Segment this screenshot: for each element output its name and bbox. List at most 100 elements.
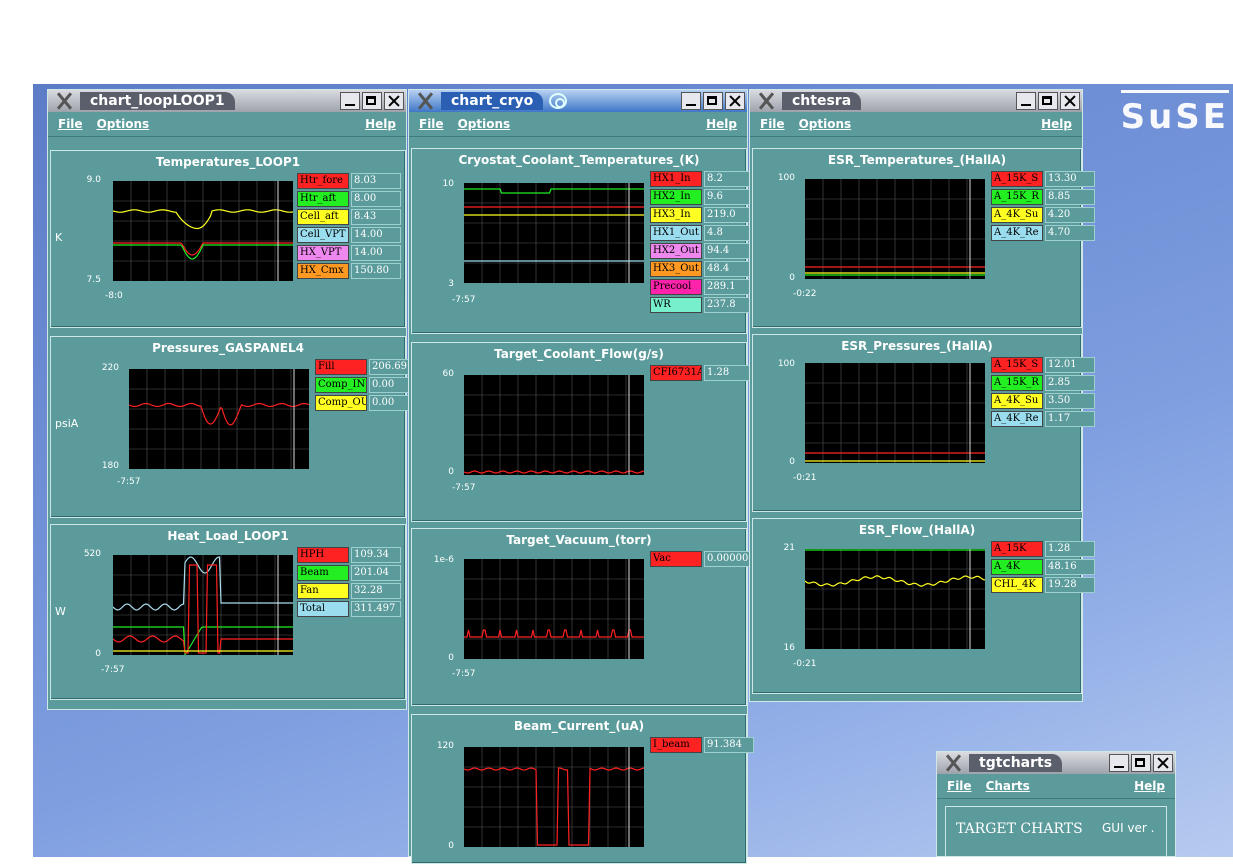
legend-name[interactable]: Cell_VPT (297, 227, 349, 243)
legend-name[interactable]: Vac (650, 551, 702, 567)
legend-name[interactable]: Beam (297, 565, 349, 581)
x-logo-icon[interactable] (756, 91, 776, 111)
legend-name[interactable]: Comp_IN (315, 377, 367, 393)
legend-name[interactable]: HX_VPT (297, 245, 349, 261)
legend-name[interactable]: A_15K (991, 541, 1043, 557)
legend-value: 8.85 (1045, 189, 1095, 205)
legend-row: Total 311.497 (297, 601, 401, 617)
plot-area (464, 183, 644, 283)
menu-file[interactable]: File (58, 117, 83, 131)
legend-name[interactable]: Htr_aft (297, 191, 349, 207)
legend-name[interactable]: CFI6731A (650, 365, 702, 381)
legend: Htr_fore 8.03 Htr_aft 8.00 Cell_aft 8.43 Cell_… (297, 173, 401, 279)
legend-name[interactable]: WR (650, 297, 702, 313)
minimize-icon[interactable] (681, 92, 701, 110)
legend-row: A_4K_Su 4.20 (991, 207, 1095, 223)
x-logo-icon[interactable] (415, 91, 435, 111)
window-chart-cryo[interactable]: chart_cryo File Options Help Cryostat_Co… (408, 89, 754, 864)
window-chtesra[interactable]: chtesra File Options Help ESR_Temperatur… (749, 89, 1095, 702)
plot-svg (113, 555, 293, 655)
titlebar[interactable]: chart_loopLOOP1 (48, 90, 406, 112)
legend-name[interactable]: CHL_4K (991, 577, 1043, 593)
menu-help[interactable]: Help (1134, 779, 1165, 793)
legend-row: A_15K_S 12.01 (991, 357, 1095, 373)
legend: A_15K_S 13.30 A_15K_R 8.85 A_4K_Su 4.20 A_4K_R… (991, 171, 1095, 241)
legend-name[interactable]: HPH (297, 547, 349, 563)
legend-name[interactable]: HX1_Out (650, 225, 702, 241)
legend-value: 8.03 (351, 173, 401, 189)
legend-name[interactable]: Fan (297, 583, 349, 599)
menu-file[interactable]: File (419, 117, 444, 131)
maximize-icon[interactable] (362, 92, 382, 110)
legend-name[interactable]: Htr_fore (297, 173, 349, 189)
suse-logo: SuSE (1120, 90, 1229, 137)
legend-name[interactable]: A_4K_Re (991, 411, 1043, 427)
legend-name[interactable]: A_4K_Su (991, 393, 1043, 409)
maximize-icon[interactable] (1131, 754, 1151, 772)
legend-name[interactable]: HX2_In (650, 189, 702, 205)
x-logo-icon[interactable] (54, 91, 74, 111)
y-max-label: 60 (442, 369, 454, 379)
y-max-label: 21 (783, 543, 795, 553)
plot-svg (805, 363, 985, 463)
menu-help[interactable]: Help (1041, 117, 1072, 131)
y-unit: W (55, 605, 66, 618)
plot-svg (129, 369, 309, 469)
menu-file[interactable]: File (760, 117, 785, 131)
menu-options[interactable]: Options (97, 117, 150, 131)
menu-file[interactable]: File (947, 779, 972, 793)
close-icon[interactable] (725, 92, 745, 110)
legend-name[interactable]: HX3_In (650, 207, 702, 223)
minimize-icon[interactable] (1016, 92, 1036, 110)
titlebar[interactable]: tgtcharts (937, 752, 1175, 774)
legend-row: A_4K_Su 3.50 (991, 393, 1095, 409)
legend-name[interactable]: Precool (650, 279, 702, 295)
minimize-icon[interactable] (1109, 754, 1129, 772)
gui-version: GUI ver . (1102, 821, 1155, 835)
menu-help[interactable]: Help (706, 117, 737, 131)
minimize-icon[interactable] (340, 92, 360, 110)
chart-title: Cryostat_Coolant_Temperatures_(K) (458, 153, 700, 167)
legend-row: A_15K 1.28 (991, 541, 1095, 557)
menu-options[interactable]: Options (458, 117, 511, 131)
legend-value: 91.384 (704, 737, 754, 753)
legend-name[interactable]: HX2_Out (650, 243, 702, 259)
titlebar[interactable]: chtesra (750, 90, 1082, 112)
close-icon[interactable] (1060, 92, 1080, 110)
legend-name[interactable]: A_15K_R (991, 189, 1043, 205)
close-icon[interactable] (1153, 754, 1173, 772)
legend-row: A_15K_R 8.85 (991, 189, 1095, 205)
legend-name[interactable]: A_4K_Re (991, 225, 1043, 241)
menu-options[interactable]: Options (799, 117, 852, 131)
legend-name[interactable]: A_15K_S (991, 171, 1043, 187)
legend-row: Htr_aft 8.00 (297, 191, 401, 207)
legend-name[interactable]: Fill (315, 359, 367, 375)
legend-name[interactable]: HX3_Out (650, 261, 702, 277)
legend-name[interactable]: A_4K_Su (991, 207, 1043, 223)
legend-name[interactable]: Comp_OUT (315, 395, 367, 411)
legend-name[interactable]: A_15K_S (991, 357, 1043, 373)
legend-value: 4.20 (1045, 207, 1095, 223)
legend-row: Vac0.0000002 (650, 551, 754, 567)
window-tgtcharts[interactable]: tgtcharts File Charts Help TARGET CHARTS… (936, 751, 1176, 857)
maximize-icon[interactable] (1038, 92, 1058, 110)
legend-name[interactable]: HX1_In (650, 171, 702, 187)
x-start-label: -7:57 (452, 483, 476, 493)
legend-row: Comp_IN 0.00 (315, 377, 419, 393)
legend-value: 14.00 (351, 227, 401, 243)
legend-name[interactable]: I_beam (650, 737, 702, 753)
legend-name[interactable]: Cell_aft (297, 209, 349, 225)
legend-value: 48.16 (1045, 559, 1095, 575)
legend-row: HPH 109.34 (297, 547, 401, 563)
x-logo-icon[interactable] (943, 753, 963, 773)
legend-name[interactable]: Total (297, 601, 349, 617)
close-icon[interactable] (384, 92, 404, 110)
window-chart-loop[interactable]: chart_loopLOOP1 File Options Help Temper… (47, 89, 419, 710)
titlebar[interactable]: chart_cryo (409, 90, 747, 112)
legend-name[interactable]: A_15K_R (991, 375, 1043, 391)
maximize-icon[interactable] (703, 92, 723, 110)
menu-help[interactable]: Help (365, 117, 396, 131)
menu-charts[interactable]: Charts (986, 779, 1030, 793)
legend-name[interactable]: HX_Cmx (297, 263, 349, 279)
legend-name[interactable]: A_4K (991, 559, 1043, 575)
